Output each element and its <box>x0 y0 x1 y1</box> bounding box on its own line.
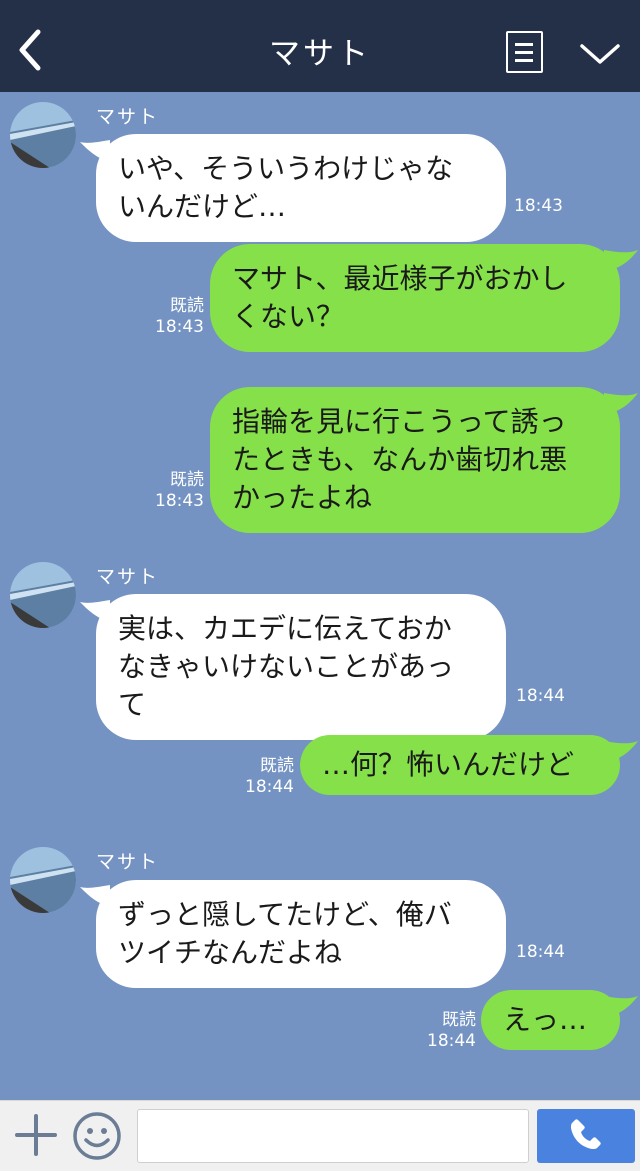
menu-button[interactable] <box>506 31 543 73</box>
sender-name: マサト <box>96 851 160 873</box>
message-time: 18:44 <box>516 942 565 962</box>
read-label: 既読 <box>442 1010 476 1030</box>
outgoing-message-bubble[interactable]: えっ… <box>481 990 620 1050</box>
message-time: 18:43 <box>155 317 204 337</box>
sender-name: マサト <box>96 566 160 588</box>
message-text: 実は、カエデに伝えておか <box>118 612 452 645</box>
smiley-icon <box>73 1112 121 1160</box>
avatar-photo <box>10 102 76 168</box>
add-button[interactable] <box>14 1113 58 1157</box>
message-text: ツイチなんだよね <box>118 936 343 969</box>
bubble-tail <box>604 393 638 415</box>
chat-area[interactable]: マサト いや、そういうわけじゃな いんだけど… 18:43 マサト、最近様子がお… <box>0 92 640 1100</box>
call-button[interactable] <box>537 1109 635 1163</box>
incoming-message-bubble[interactable]: いや、そういうわけじゃな いんだけど… <box>96 134 506 242</box>
avatar-photo <box>10 847 76 913</box>
read-label: 既読 <box>170 296 204 316</box>
message-text: えっ… <box>503 1003 588 1036</box>
read-receipt: 既読 18:44 <box>418 1010 476 1052</box>
bubble-tail <box>604 741 638 763</box>
incoming-message-bubble[interactable]: 実は、カエデに伝えておか なきゃいけないことがあっ て <box>96 594 506 740</box>
message-text: かったよね <box>232 481 373 514</box>
read-label: 既読 <box>170 470 204 490</box>
message-input[interactable] <box>137 1109 529 1163</box>
read-receipt: 既読 18:43 <box>146 296 204 338</box>
message-time: 18:44 <box>516 686 565 706</box>
message-text: ずっと隠してたけど、俺バ <box>118 898 452 931</box>
message-time: 18:43 <box>514 196 563 216</box>
outgoing-message-bubble[interactable]: 指輪を見に行こうって誘っ たときも、なんか歯切れ悪 かったよね <box>210 387 620 533</box>
list-icon-line <box>515 51 533 54</box>
read-receipt: 既読 18:44 <box>236 756 294 798</box>
message-text: くない？ <box>232 300 345 333</box>
chevron-down-icon <box>580 44 620 64</box>
emoji-button[interactable] <box>72 1111 122 1161</box>
input-bar <box>0 1100 640 1171</box>
message-text: いんだけど… <box>118 190 287 223</box>
incoming-message-bubble[interactable]: ずっと隠してたけど、俺バ ツイチなんだよね <box>96 880 506 988</box>
collapse-button[interactable] <box>576 36 624 70</box>
chat-header: マサト <box>0 0 640 92</box>
outgoing-message-bubble[interactable]: …何？怖いんだけど <box>300 735 620 795</box>
message-time: 18:43 <box>155 491 204 511</box>
message-text: いや、そういうわけじゃな <box>118 152 454 185</box>
avatar[interactable] <box>10 562 76 628</box>
message-time: 18:44 <box>427 1031 476 1051</box>
read-receipt: 既読 18:43 <box>146 470 204 512</box>
message-time: 18:44 <box>245 777 294 797</box>
message-text: て <box>118 688 147 721</box>
avatar-photo <box>10 562 76 628</box>
outgoing-message-bubble[interactable]: マサト、最近様子がおかし くない？ <box>210 244 620 352</box>
message-text: なきゃいけないことがあっ <box>118 650 455 683</box>
message-text: …何？怖いんだけど <box>322 748 575 781</box>
avatar[interactable] <box>10 847 76 913</box>
avatar[interactable] <box>10 102 76 168</box>
sender-name: マサト <box>96 106 160 128</box>
list-icon-line <box>515 59 533 62</box>
message-text: たときも、なんか歯切れ悪 <box>232 443 568 476</box>
message-text: マサト、最近様子がおかし <box>232 262 568 295</box>
list-icon <box>515 43 533 46</box>
chat-title: マサト <box>269 36 371 72</box>
bubble-tail <box>604 250 638 272</box>
phone-icon <box>571 1119 601 1149</box>
read-label: 既読 <box>260 756 294 776</box>
bubble-tail <box>604 996 638 1018</box>
plus-icon <box>15 1114 57 1156</box>
message-text: 指輪を見に行こうって誘っ <box>232 405 567 438</box>
